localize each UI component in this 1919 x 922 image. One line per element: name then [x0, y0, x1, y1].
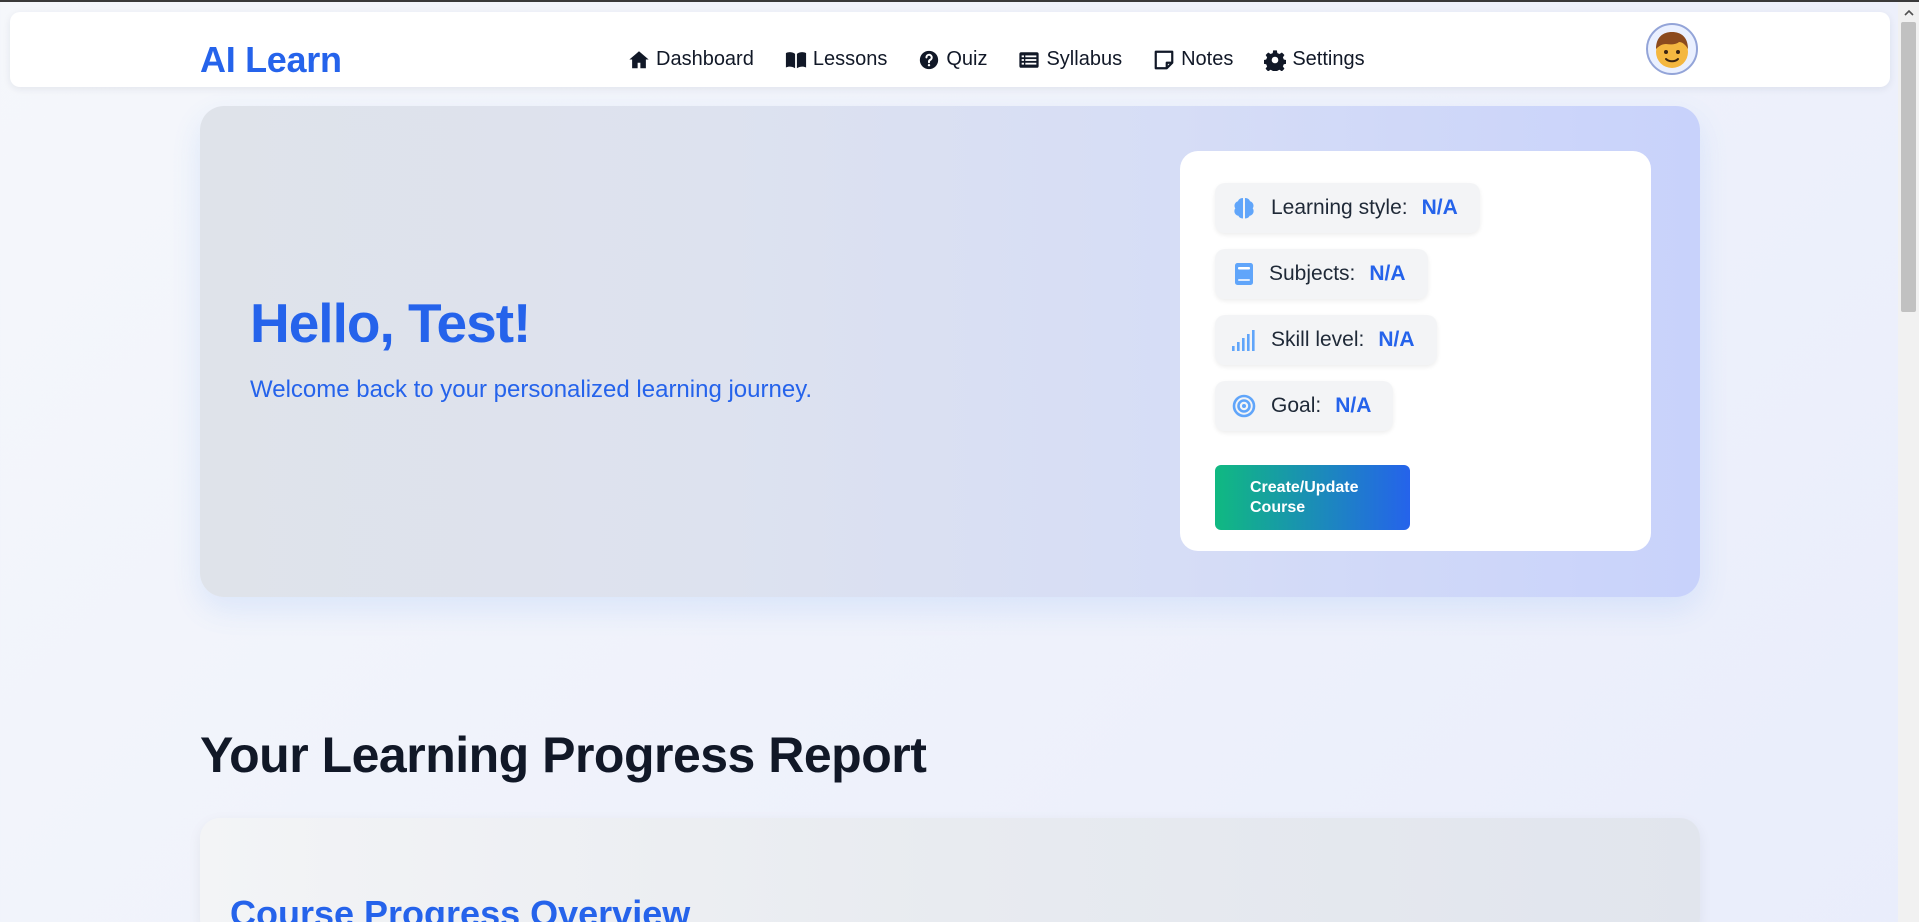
boy-face-avatar-icon — [1656, 32, 1688, 68]
skill-level-value: N/A — [1378, 328, 1415, 351]
goal-pill: Goal: N/A — [1215, 381, 1394, 431]
goal-label: Goal: — [1271, 394, 1322, 417]
nav-item-quiz[interactable]: Quiz — [918, 48, 987, 71]
learner-profile-card: Learning style: N/A Subjects: N/A Skill … — [1180, 151, 1651, 551]
nav-item-label: Notes — [1181, 48, 1234, 70]
learning-style-pill: Learning style: N/A — [1215, 183, 1480, 233]
nav-item-label: Quiz — [946, 48, 988, 70]
progress-report-heading: Your Learning Progress Report — [200, 727, 927, 783]
learning-style-label: Learning style: — [1271, 196, 1408, 219]
home-icon — [629, 50, 649, 68]
subjects-pill: Subjects: N/A — [1215, 249, 1428, 299]
nav-item-dashboard[interactable]: Dashboard — [628, 48, 754, 71]
skill-level-pill: Skill level: N/A — [1215, 315, 1437, 365]
nav-item-syllabus[interactable]: Syllabus — [1018, 48, 1122, 71]
welcome-subtitle: Welcome back to your personalized learni… — [250, 376, 813, 403]
gear-icon — [1264, 49, 1287, 71]
create-update-course-label-line1: Create/Update — [1250, 478, 1359, 496]
course-progress-title: Course Progress Overview — [230, 893, 691, 922]
skill-level-label: Skill level: — [1271, 328, 1365, 351]
nav-item-label: Dashboard — [656, 48, 754, 70]
nav-links: Dashboard Lessons Quiz Syllabus Notes Se… — [628, 48, 1396, 71]
signal-bars-icon — [1231, 327, 1257, 353]
sticky-note-icon — [1154, 50, 1174, 69]
top-navbar: AI Learn Dashboard Lessons Quiz Syllabus… — [10, 12, 1890, 87]
create-update-course-label-line2: Course — [1250, 498, 1306, 516]
nav-item-notes[interactable]: Notes — [1153, 48, 1233, 71]
welcome-hero: Hello, Test! Welcome back to your person… — [200, 106, 1700, 597]
nav-item-label: Lessons — [812, 48, 888, 70]
goal-value: N/A — [1335, 394, 1372, 417]
brain-icon — [1231, 195, 1257, 221]
nav-item-label: Syllabus — [1046, 48, 1123, 70]
book-icon — [1231, 261, 1257, 287]
learning-style-value: N/A — [1421, 196, 1458, 219]
greeting-heading: Hello, Test! — [250, 292, 531, 354]
scrollbar-thumb[interactable] — [1901, 22, 1916, 312]
brand-logo[interactable]: AI Learn — [200, 39, 342, 81]
subjects-label: Subjects: — [1269, 262, 1356, 285]
course-progress-card: Course Progress Overview — [200, 818, 1700, 922]
nav-item-lessons[interactable]: Lessons — [785, 48, 888, 71]
user-avatar[interactable] — [1646, 23, 1698, 75]
target-icon — [1231, 393, 1257, 419]
book-open-icon — [785, 51, 806, 68]
subjects-value: N/A — [1369, 262, 1406, 285]
scroll-up-arrow-icon[interactable] — [1898, 2, 1919, 22]
nav-item-settings[interactable]: Settings — [1264, 48, 1365, 71]
question-circle-icon — [920, 50, 939, 69]
nav-item-label: Settings — [1292, 48, 1365, 70]
window-top-border — [0, 0, 1919, 2]
list-icon — [1019, 51, 1040, 68]
create-update-course-button[interactable]: Create/Update Course — [1215, 465, 1410, 530]
page-scrollbar[interactable] — [1898, 2, 1919, 922]
